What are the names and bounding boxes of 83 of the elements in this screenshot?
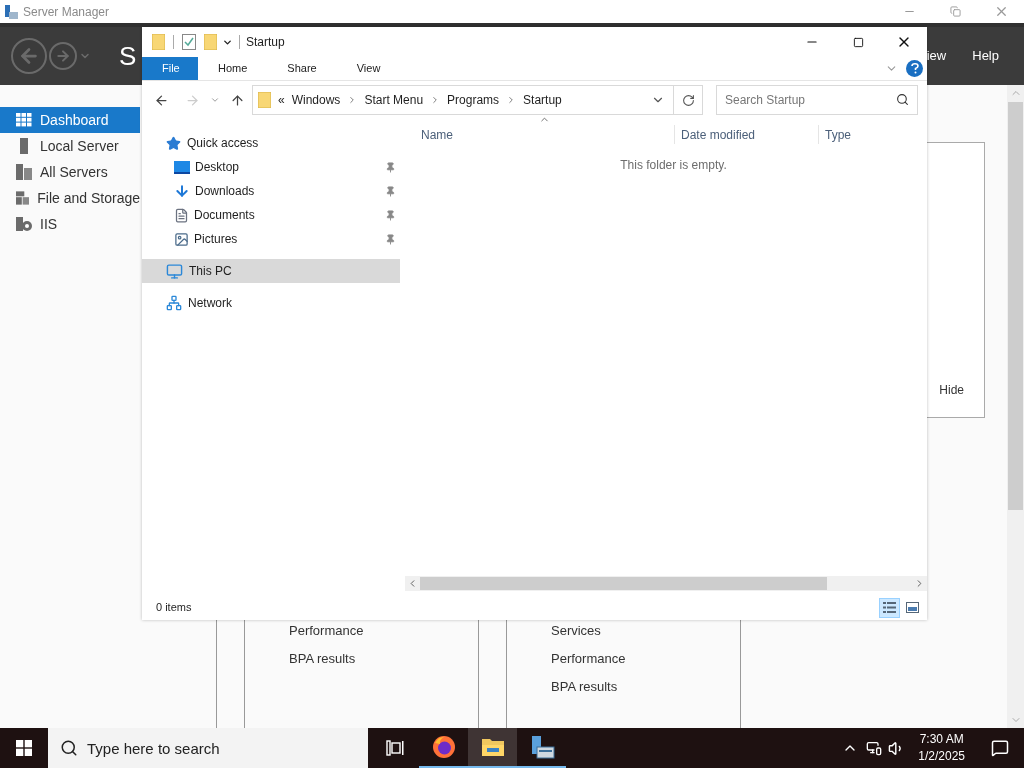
search-icon — [60, 739, 78, 757]
fox-icon — [431, 735, 456, 759]
breadcrumb-item[interactable]: Startup — [523, 91, 562, 109]
forward-button[interactable] — [49, 42, 77, 70]
breadcrumb-item[interactable]: Programs — [447, 91, 500, 109]
grid-icon — [16, 113, 32, 127]
details-icon — [883, 602, 896, 613]
restore-icon — [949, 6, 961, 17]
menu-item[interactable]: Help — [972, 46, 999, 66]
maximize-icon — [852, 36, 864, 48]
search-icon — [896, 93, 909, 106]
download-icon — [174, 183, 190, 199]
nav-item[interactable]: Network — [142, 291, 400, 315]
windows-icon — [16, 740, 32, 756]
sidebar-item[interactable]: Local Server — [0, 133, 140, 159]
servers-icon — [16, 164, 32, 180]
address-bar[interactable]: « Windows Start Menu Programs Startup — [252, 85, 674, 115]
scroll-thumb[interactable] — [1008, 102, 1023, 510]
large-icons-icon — [905, 602, 919, 613]
nav-item[interactable]: Documents — [142, 203, 400, 227]
scroll-thumb[interactable] — [420, 577, 827, 590]
column-header[interactable]: Date modified — [675, 125, 819, 144]
search-field[interactable]: Type here to search — [48, 728, 368, 768]
sidebar-item[interactable]: All Servers — [0, 159, 140, 185]
page-title: S — [119, 39, 137, 73]
help-icon[interactable] — [906, 60, 923, 77]
folder-icon — [258, 92, 271, 108]
sidebar-item[interactable]: File and Storage — [0, 185, 140, 211]
refresh-button[interactable] — [674, 85, 703, 115]
network-icon[interactable] — [866, 740, 883, 756]
nav-item[interactable]: Downloads — [142, 179, 400, 203]
forward-icon[interactable] — [185, 92, 200, 108]
hide-link[interactable]: Hide — [939, 381, 964, 399]
tile-link[interactable]: BPA results — [289, 650, 478, 668]
document-icon — [174, 207, 189, 223]
star-icon — [166, 135, 181, 151]
back-button[interactable] — [11, 38, 47, 74]
window-title: Startup — [246, 34, 285, 51]
properties-icon[interactable] — [182, 34, 196, 50]
ribbon-tab[interactable]: Share — [267, 57, 337, 80]
scrollbar[interactable] — [1007, 85, 1024, 728]
notification-icon — [991, 739, 1009, 757]
ribbon-tab[interactable]: File — [142, 57, 198, 80]
taskbar-app-button[interactable] — [468, 728, 517, 768]
storage-icon — [16, 190, 30, 206]
tile-link[interactable]: Performance — [289, 622, 478, 640]
network-icon — [166, 295, 182, 311]
window-title: Server Manager — [23, 3, 110, 21]
column-header[interactable]: Type — [819, 125, 899, 144]
ribbon-tab[interactable]: Home — [198, 57, 268, 80]
forward-arrow-icon — [55, 48, 71, 64]
refresh-icon — [681, 93, 695, 107]
column-header[interactable]: Name — [400, 125, 675, 144]
horizontal-scrollbar[interactable] — [405, 576, 927, 591]
computer-icon — [166, 262, 183, 280]
task-view-icon — [385, 740, 404, 756]
sidebar-item[interactable]: Dashboard — [0, 107, 140, 133]
menu-item[interactable]: iew — [926, 46, 947, 66]
recent-locations-icon[interactable] — [210, 95, 220, 105]
breadcrumb-item[interactable]: Windows — [291, 91, 341, 109]
up-icon[interactable] — [230, 92, 245, 108]
picture-icon — [174, 231, 189, 247]
ribbon-tab[interactable]: View — [336, 57, 401, 80]
tile-link[interactable]: Services — [551, 622, 740, 640]
tile-link[interactable]: BPA results — [551, 678, 740, 696]
iis-icon — [16, 216, 32, 232]
nav-item[interactable]: Quick access — [142, 131, 400, 155]
breadcrumb-item[interactable]: Start Menu — [364, 91, 424, 109]
server-manager-icon — [4, 4, 18, 19]
tile-link[interactable]: Performance — [551, 650, 740, 668]
desktop-icon — [174, 160, 190, 174]
status-text: 0 items — [156, 600, 192, 616]
overflow-indicator[interactable]: « — [278, 91, 285, 109]
nav-item[interactable]: Pictures — [142, 227, 400, 251]
empty-folder-message: This folder is empty. — [619, 157, 727, 174]
back-icon[interactable] — [154, 92, 169, 108]
nav-item[interactable]: This PC — [142, 259, 400, 283]
search-field[interactable]: Search Startup — [716, 85, 918, 115]
details-view-button[interactable] — [879, 597, 900, 618]
folder-icon — [480, 737, 505, 757]
nav-item[interactable]: Desktop — [142, 155, 400, 179]
sidebar-item[interactable]: IIS — [0, 211, 140, 237]
clock[interactable]: 7:30 AM 1/2/2025 — [915, 731, 968, 765]
